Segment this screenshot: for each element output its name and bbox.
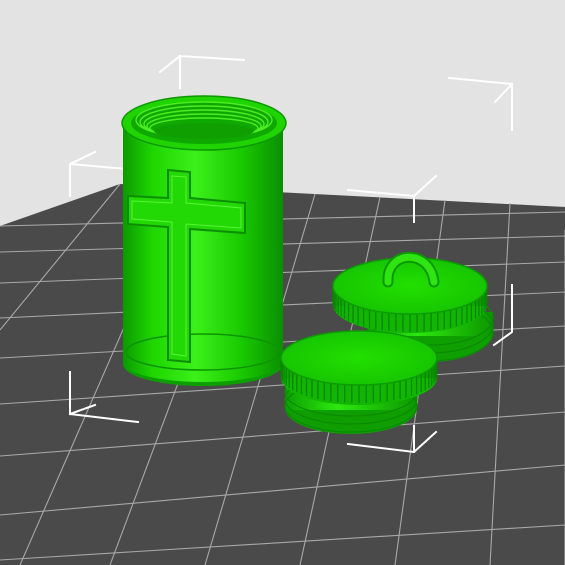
3d-viewport[interactable] — [0, 0, 565, 565]
scene-canvas[interactable] — [0, 0, 565, 565]
cross-canister[interactable] — [121, 95, 287, 386]
